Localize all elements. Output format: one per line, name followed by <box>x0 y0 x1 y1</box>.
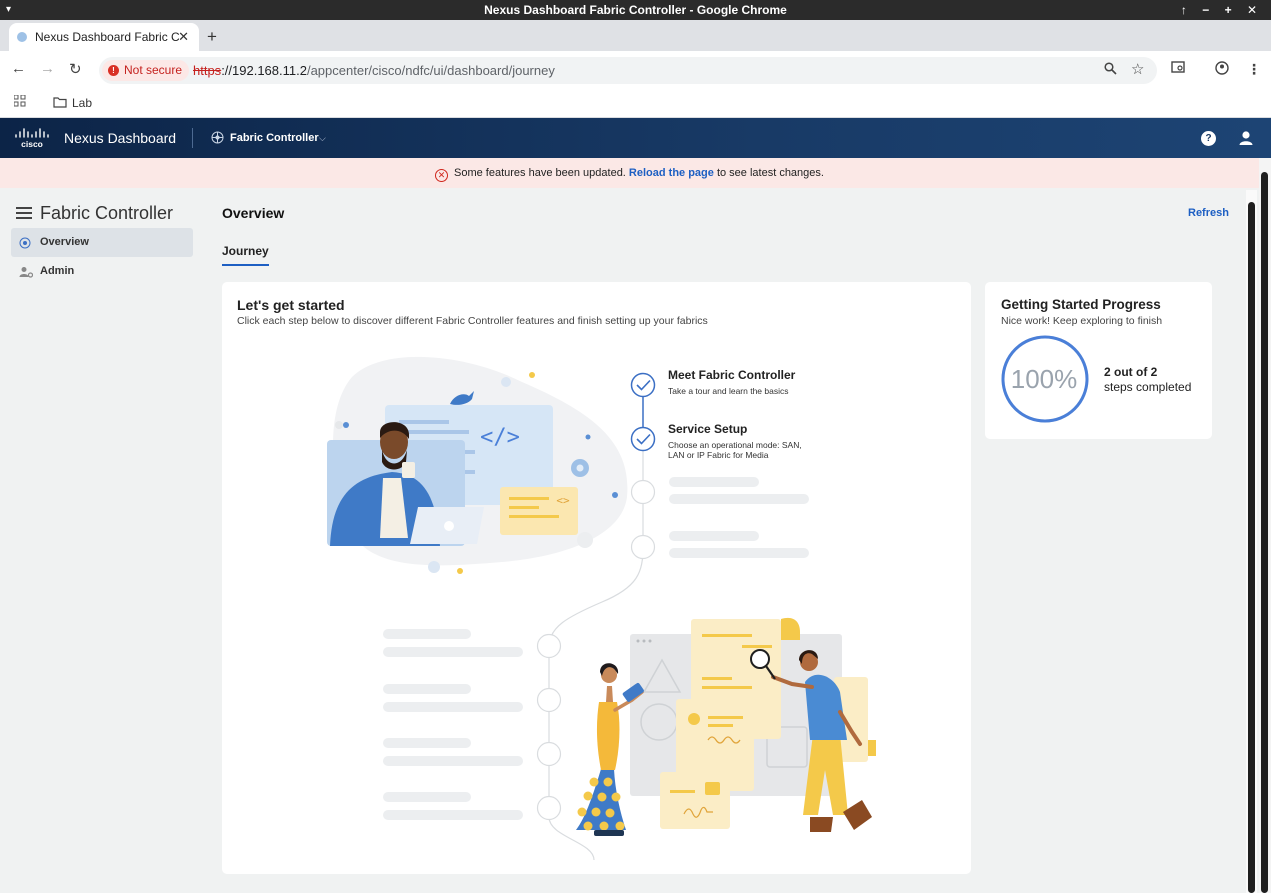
user-icon[interactable] <box>1238 130 1254 146</box>
step-service-setup-desc: Choose an operational mode: SAN, LAN or … <box>668 440 802 460</box>
sidebar-item-admin[interactable]: Admin <box>11 257 193 286</box>
svg-text:<>: <> <box>556 494 570 507</box>
back-icon[interactable]: ← <box>11 60 26 77</box>
tab-close-icon[interactable]: ✕ <box>178 23 189 51</box>
sidebar-title-text: Fabric Controller <box>40 203 174 223</box>
app-name[interactable]: Nexus Dashboard <box>64 118 176 158</box>
not-secure-badge[interactable]: ! Not secure <box>102 60 190 81</box>
window-controls[interactable]: ↑ − + ✕ <box>1181 0 1263 20</box>
page-title: Overview <box>222 205 285 221</box>
address-bar[interactable]: ! Not secure https://192.168.11.2/appcen… <box>99 57 1157 84</box>
window-menu-icon[interactable]: ▾ <box>6 0 11 20</box>
admin-user-gear-icon <box>19 267 33 278</box>
progress-count: 2 out of 2 <box>1104 365 1158 379</box>
chevron-down-icon[interactable]: ⌵ <box>319 118 326 158</box>
sidebar-item-label: Admin <box>40 265 75 277</box>
browser-toolbar: ← → ↻ ! Not secure https://192.168.11.2/… <box>0 51 1271 89</box>
tab-search-icon[interactable] <box>1171 61 1186 77</box>
banner-suffix: to see latest changes. <box>713 167 824 179</box>
tab-title: Nexus Dashboard Fabric C <box>35 30 180 44</box>
url-host: ://192.168.11.2 <box>221 63 307 78</box>
tab-favicon-icon <box>17 32 27 42</box>
progress-suffix: steps completed <box>1104 380 1192 394</box>
browser-tab[interactable]: Nexus Dashboard Fabric C ✕ <box>9 23 199 51</box>
progress-steps: 2 out of 2 steps completed <box>1104 365 1191 395</box>
new-tab-button[interactable]: + <box>207 23 217 51</box>
tab-journey[interactable]: Journey <box>222 244 269 266</box>
update-banner: ✕ Some features have been updated. Reload… <box>0 158 1259 188</box>
sidebar-item-label: Overview <box>40 236 89 248</box>
step-meet-fabric-controller-desc: Take a tour and learn the basics <box>668 386 789 396</box>
app-header: cisco Nexus Dashboard Fabric Controller … <box>0 118 1271 158</box>
hamburger-menu-icon[interactable] <box>16 207 32 219</box>
reload-page-link[interactable]: Reload the page <box>629 167 714 179</box>
apps-grid-icon[interactable] <box>13 94 26 110</box>
progress-card: Getting Started Progress Nice work! Keep… <box>985 282 1212 439</box>
progress-subtitle: Nice work! Keep exploring to finish <box>1001 315 1163 327</box>
warning-icon: ! <box>108 65 119 76</box>
overview-icon <box>19 237 31 249</box>
window-title: Nexus Dashboard Fabric Controller - Goog… <box>484 3 787 17</box>
tab-strip: Nexus Dashboard Fabric C ✕ + <box>0 20 1271 51</box>
fabric-service-icon <box>211 131 224 144</box>
svg-text:</>: </> <box>480 425 520 450</box>
service-selector[interactable]: Fabric Controller <box>230 118 319 158</box>
cisco-logo-text: cisco <box>21 139 43 149</box>
error-circle-icon: ✕ <box>435 169 449 182</box>
profile-icon[interactable] <box>1215 61 1229 78</box>
folder-icon <box>53 97 67 108</box>
progress-percent: 100% <box>1011 364 1078 394</box>
help-icon[interactable]: ? <box>1201 131 1216 146</box>
bookmark-folder-label: Lab <box>72 96 93 110</box>
cisco-logo[interactable]: cisco <box>14 127 50 149</box>
bookmark-folder-lab[interactable]: Lab <box>53 94 92 112</box>
sidebar-title: Fabric Controller <box>16 203 173 224</box>
banner-prefix: Some features have been updated. <box>454 167 629 179</box>
refresh-button[interactable]: Refresh <box>1188 207 1229 219</box>
step-meet-fabric-controller-title[interactable]: Meet Fabric Controller <box>668 368 795 382</box>
url-path: /appcenter/cisco/ndfc/ui/dashboard/journ… <box>306 63 555 78</box>
journey-illustration: </> <> <box>327 356 876 861</box>
menu-kebab-icon[interactable]: ⋮ <box>1247 61 1261 78</box>
bookmarks-bar: Lab <box>0 89 1271 118</box>
not-secure-label: Not secure <box>124 63 183 77</box>
window-titlebar: ▾ Nexus Dashboard Fabric Controller - Go… <box>0 0 1271 20</box>
forward-icon[interactable]: → <box>40 60 55 77</box>
progress-ring: 100% <box>1001 335 1089 423</box>
step-service-setup-title[interactable]: Service Setup <box>668 422 747 436</box>
reload-icon[interactable]: ↻ <box>69 60 82 78</box>
url-scheme: https <box>193 63 222 78</box>
journey-card: Let's get started Click each step below … <box>222 282 971 874</box>
url-text[interactable]: https://192.168.11.2/appcenter/cisco/ndf… <box>193 57 555 84</box>
bookmark-star-icon[interactable]: ☆ <box>1131 60 1144 78</box>
progress-title: Getting Started Progress <box>1001 297 1161 312</box>
sidebar-item-overview[interactable]: Overview <box>11 228 193 257</box>
zoom-icon[interactable] <box>1104 62 1117 78</box>
page-scrollbar-thumb[interactable] <box>1261 172 1268 893</box>
header-divider <box>192 128 193 148</box>
content-scrollbar-thumb[interactable] <box>1248 202 1255 893</box>
